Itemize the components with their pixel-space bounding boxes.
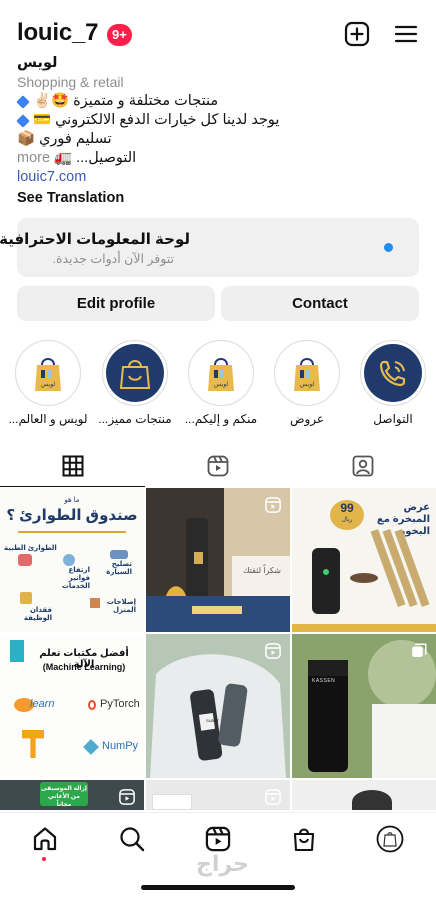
- svg-text:لويس: لويس: [41, 381, 55, 388]
- highlight-label: منتجات مميز...: [98, 412, 172, 426]
- shopping-bag-logo-icon: لويس: [19, 344, 77, 402]
- numpy-logo-icon: [83, 739, 99, 755]
- nav-home[interactable]: [31, 825, 59, 853]
- nav-reels[interactable]: [204, 825, 232, 853]
- tab-tagged[interactable]: [290, 445, 435, 487]
- briefcase-icon: [20, 592, 32, 604]
- post-tile[interactable]: [146, 780, 290, 810]
- highlight-label: لويس و العالم...: [8, 412, 88, 426]
- reels-icon: [207, 455, 228, 477]
- nav-profile[interactable]: [376, 825, 404, 853]
- shopping-bag-icon: [106, 344, 164, 402]
- create-post-button[interactable]: [343, 20, 371, 48]
- bio-truncated-line: التوصيل... 🚛: [54, 150, 137, 166]
- tensorflow-logo-icon: [22, 730, 44, 758]
- svg-text:لويس: لويس: [214, 381, 228, 388]
- dashboard-title: لوحة المعلومات الاحترافية: [0, 231, 190, 248]
- reel-indicator-icon: [118, 788, 136, 810]
- highlight-label: منكم و إليكم...: [184, 412, 258, 426]
- post-tile[interactable]: ما هو صندوق الطوارئ ؟ الطوارئ الطبية ارت…: [0, 488, 144, 632]
- blue-diamond-icon: [16, 113, 30, 128]
- post-title: صندوق الطوارئ ؟: [6, 507, 138, 524]
- dashboard-subtitle: تتوفر الآن أدوات جديدة.: [52, 252, 174, 266]
- watermark: حراج: [196, 852, 249, 877]
- profile-tabs: [0, 445, 436, 487]
- display-name: لويس: [17, 55, 58, 71]
- story-highlight[interactable]: التواصل: [360, 340, 426, 426]
- tagged-user-icon: [352, 455, 373, 477]
- svg-text:لويس: لويس: [300, 381, 314, 388]
- shopping-bag-logo-icon: لويس: [192, 344, 250, 402]
- professional-dashboard-card[interactable]: لوحة المعلومات الاحترافية تتوفر الآن أدو…: [0, 218, 419, 277]
- story-highlight[interactable]: لويس لويس و العالم...: [8, 340, 88, 426]
- more-link[interactable]: more: [17, 149, 50, 168]
- highlight-label: التواصل: [373, 412, 413, 426]
- post-tile[interactable]: SUBAT: [146, 634, 290, 778]
- bulb-icon: [63, 554, 75, 566]
- website-link[interactable]: louic7.com: [17, 168, 421, 187]
- post-tile[interactable]: [292, 780, 436, 810]
- tab-posts-grid[interactable]: [0, 445, 145, 487]
- house-icon: [90, 598, 100, 608]
- notification-badge[interactable]: 9+: [107, 24, 132, 46]
- post-tile[interactable]: عرض المبخرة مع البخور 99 ريال: [292, 488, 436, 632]
- bio-line: تسليم فوري 📦: [17, 131, 112, 147]
- reel-indicator-icon: [264, 642, 282, 665]
- story-highlight[interactable]: لويس منكم و إليكم...: [185, 340, 257, 426]
- phone-icon: [364, 344, 422, 402]
- pytorch-logo-icon: [88, 700, 96, 710]
- see-translation-link[interactable]: See Translation: [17, 189, 421, 208]
- carousel-indicator-icon: [410, 642, 428, 665]
- reel-indicator-icon: [264, 496, 282, 519]
- post-tile[interactable]: شكراً لثقتك: [146, 488, 290, 632]
- reel-indicator-icon: [264, 788, 282, 810]
- hamburger-menu-icon: [394, 25, 418, 43]
- contact-button[interactable]: Contact: [221, 286, 419, 321]
- plus-square-icon: [344, 21, 370, 47]
- post-caption: إزالة الموسيقى من الأغاني مجاناً: [40, 782, 88, 808]
- menu-button[interactable]: [392, 20, 420, 48]
- notification-dot: [42, 857, 46, 861]
- story-highlight[interactable]: منتجات مميز...: [98, 340, 172, 426]
- home-indicator[interactable]: [141, 885, 295, 890]
- profile-bio: لويس Shopping & retail منتجات مختلفة و م…: [16, 54, 421, 208]
- bio-line: منتجات مختلفة و متميزة 🤩✌🏻: [16, 92, 421, 111]
- edit-profile-button[interactable]: Edit profile: [17, 286, 215, 321]
- posts-grid: ما هو صندوق الطوارئ ؟ الطوارئ الطبية ارت…: [0, 488, 436, 818]
- highlight-label: عروض: [289, 412, 325, 426]
- blue-diamond-icon: [16, 94, 30, 109]
- story-highlight[interactable]: لويس عروض: [274, 340, 340, 426]
- shop-icon: [293, 828, 315, 852]
- search-icon: [120, 827, 145, 852]
- post-tile[interactable]: KASSEN: [292, 634, 436, 778]
- nav-search[interactable]: [118, 825, 146, 853]
- reels-icon: [205, 826, 231, 852]
- home-icon: [33, 827, 57, 851]
- new-indicator-dot: [384, 243, 393, 252]
- car-icon: [110, 550, 128, 559]
- post-tile[interactable]: إزالة الموسيقى من الأغاني مجاناً: [0, 780, 144, 810]
- shopping-bag-logo-icon: لويس: [278, 344, 336, 402]
- nav-shop[interactable]: [290, 825, 318, 853]
- tab-reels[interactable]: [145, 445, 290, 487]
- category-label: Shopping & retail: [17, 74, 124, 90]
- profile-avatar-icon: [376, 825, 404, 853]
- post-caption: شكراً لثقتك: [242, 566, 282, 575]
- bio-more-row[interactable]: more التوصيل... 🚛: [17, 149, 421, 168]
- post-tile[interactable]: أفضل مكتبات تعلم الآلة (Machine Learning…: [0, 634, 144, 778]
- medical-icon: [18, 554, 32, 566]
- username[interactable]: louic_7: [17, 19, 99, 47]
- grid-icon: [62, 455, 83, 477]
- bio-line: يوجد لدينا كل خيارات الدفع الالكتروني 💳: [16, 111, 421, 130]
